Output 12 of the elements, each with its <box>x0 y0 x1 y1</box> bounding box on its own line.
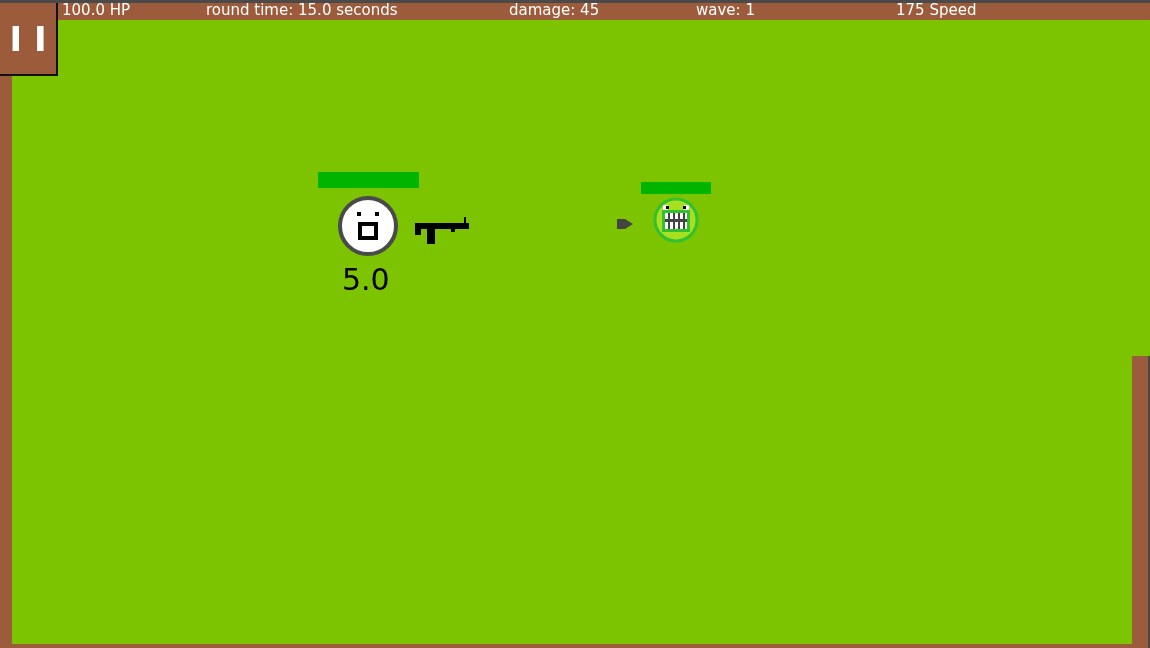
health-points-text: 100.0 HP <box>62 1 131 19</box>
monster-icon <box>653 197 699 243</box>
damage-text: damage: 45 <box>509 1 600 19</box>
player-face-icon <box>338 196 398 256</box>
timer-text: 5.0 <box>342 262 390 297</box>
pause-button[interactable]: I I <box>0 3 58 76</box>
wave-text: wave: 1 <box>696 1 755 19</box>
speed-text: 175 Speed <box>896 1 977 19</box>
bullet-icon <box>617 219 633 229</box>
enemy-health-bar <box>641 182 711 194</box>
round-time-text: round time: 15.0 seconds <box>206 1 398 19</box>
gun-icon <box>415 216 469 244</box>
